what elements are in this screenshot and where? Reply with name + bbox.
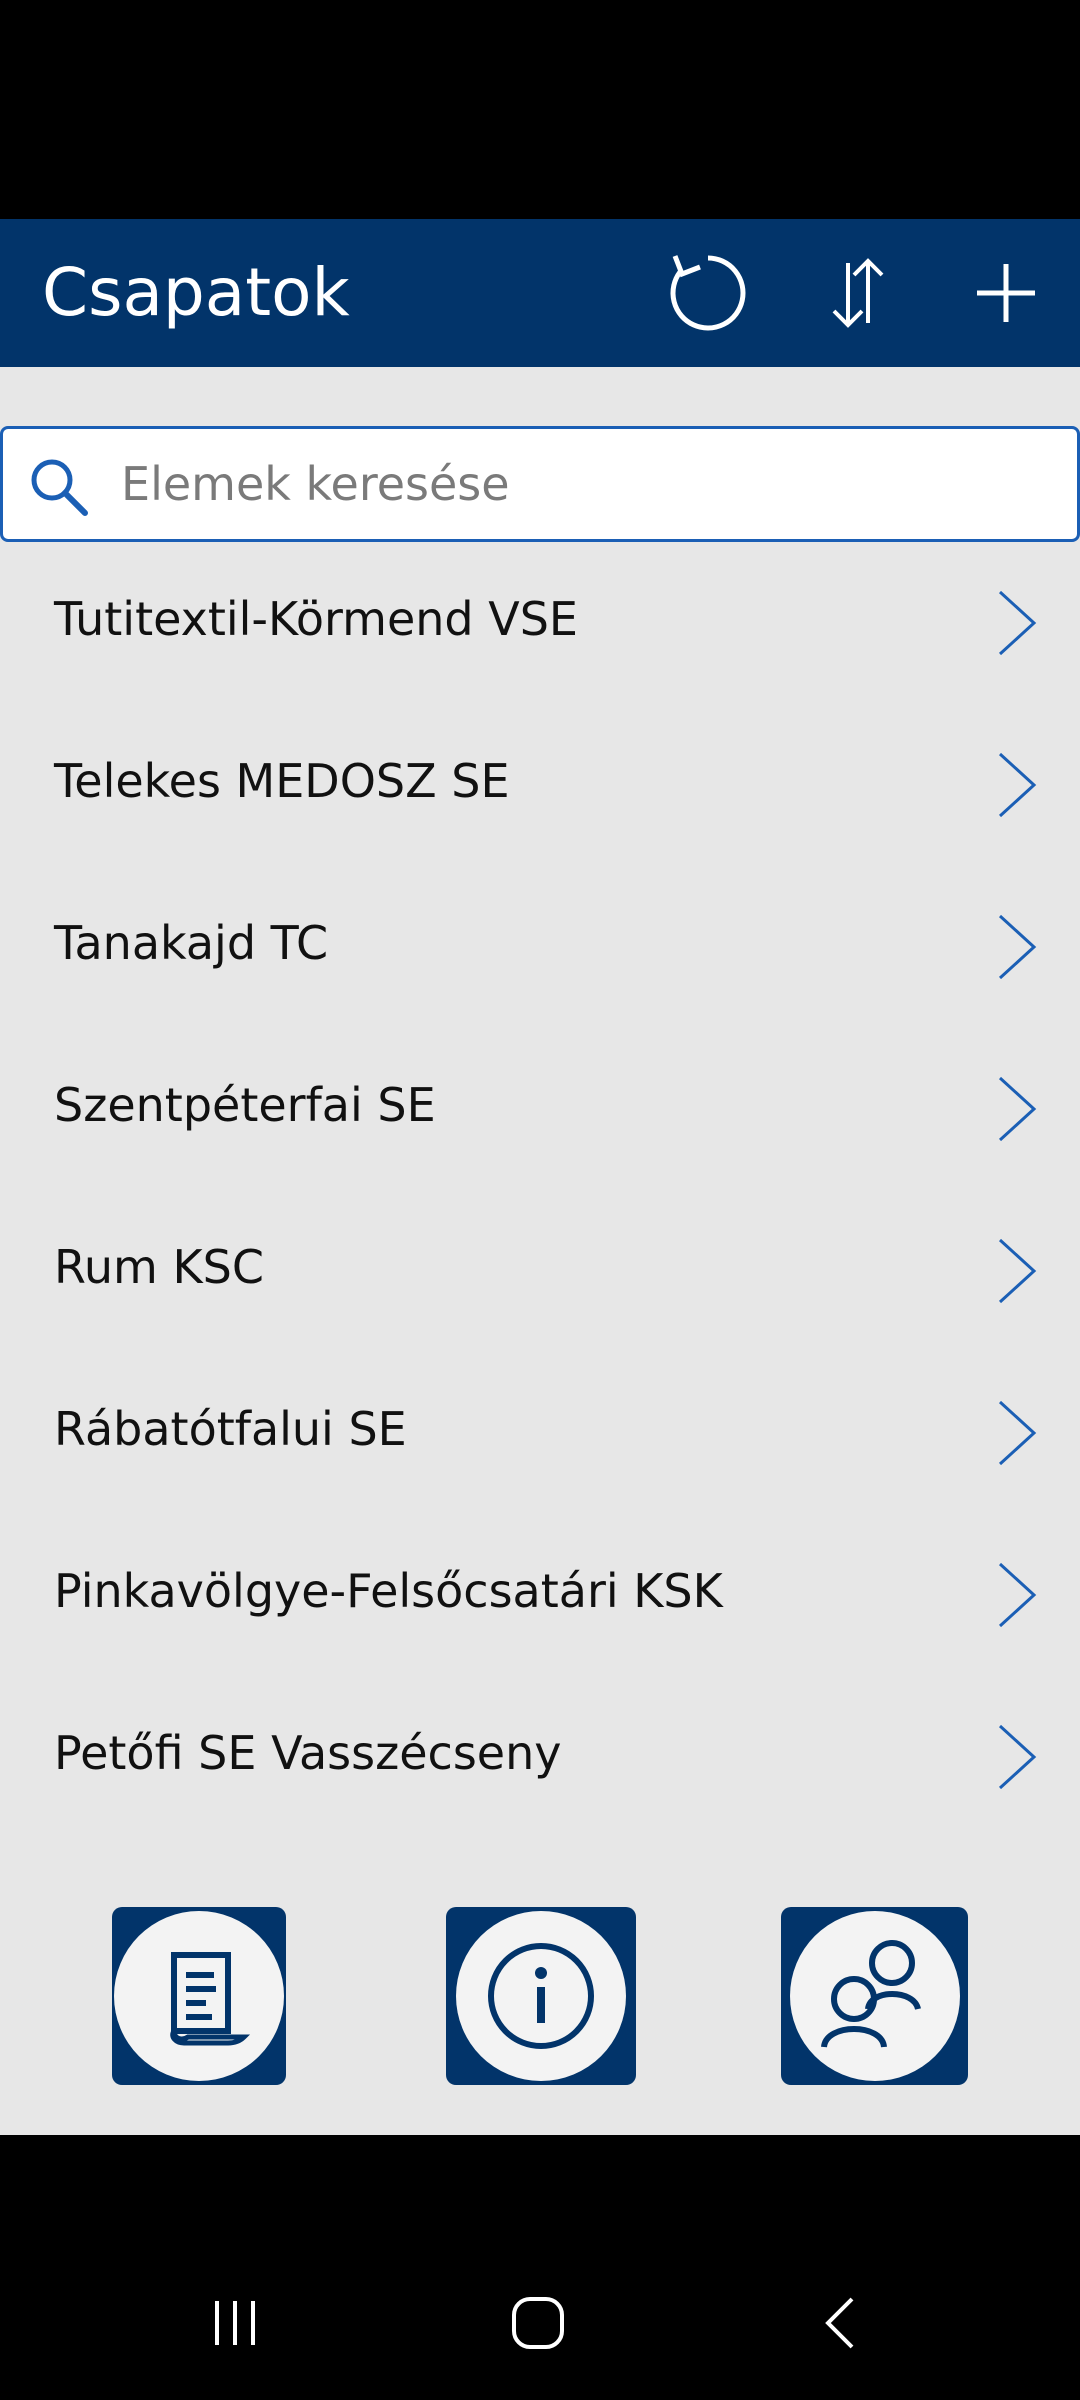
info-button[interactable] <box>446 1907 636 2085</box>
app-screen: Csapatok Tutitextil-Körmen <box>0 219 1080 2135</box>
bottom-action-bar <box>0 1907 1080 2107</box>
team-name: Szentpéterfai SE <box>54 1078 436 1132</box>
team-name: Tanakajd TC <box>54 916 329 970</box>
list-item[interactable]: Petőfi SE Vasszécseny <box>0 1672 1080 1834</box>
add-button[interactable] <box>958 245 1054 341</box>
chevron-right-icon <box>998 1238 1037 1304</box>
users-button[interactable] <box>781 1907 968 2085</box>
sort-icon <box>832 258 884 328</box>
team-name: Petőfi SE Vasszécseny <box>54 1726 562 1780</box>
team-name: Rum KSC <box>54 1240 264 1294</box>
chevron-right-icon <box>998 590 1037 656</box>
list-item[interactable]: Pinkavölgye-Felsőcsatári KSK <box>0 1510 1080 1672</box>
list-item[interactable]: Rábatótfalui SE <box>0 1348 1080 1510</box>
chevron-right-icon <box>998 1076 1037 1142</box>
info-icon <box>488 1943 594 2049</box>
list-item[interactable]: Szentpéterfai SE <box>0 1024 1080 1186</box>
team-list: Tutitextil-Körmend VSE Telekes MEDOSZ SE… <box>0 538 1080 1834</box>
search-icon <box>31 459 88 516</box>
team-name: Telekes MEDOSZ SE <box>54 754 510 808</box>
chevron-right-icon <box>998 1724 1037 1790</box>
chevron-right-icon <box>998 1400 1037 1466</box>
home-icon[interactable] <box>510 2295 566 2351</box>
back-icon[interactable] <box>820 2295 860 2351</box>
chevron-right-icon <box>998 914 1037 980</box>
team-name: Tutitextil-Körmend VSE <box>54 592 578 646</box>
chevron-right-icon <box>998 1562 1037 1628</box>
users-icon <box>820 1940 921 2048</box>
list-item[interactable]: Tanakajd TC <box>0 862 1080 1024</box>
list-item[interactable]: Telekes MEDOSZ SE <box>0 700 1080 862</box>
refresh-icon <box>670 255 746 331</box>
page-title: Csapatok <box>42 254 350 331</box>
add-icon <box>977 264 1035 322</box>
chevron-right-icon <box>998 752 1037 818</box>
sort-button[interactable] <box>810 245 906 341</box>
status-bar <box>0 0 1080 219</box>
list-item[interactable]: Tutitextil-Körmend VSE <box>0 538 1080 700</box>
document-button[interactable] <box>112 1907 286 2085</box>
team-name: Pinkavölgye-Felsőcsatári KSK <box>54 1564 723 1618</box>
system-nav-bar <box>0 2135 1080 2400</box>
refresh-button[interactable] <box>660 245 756 341</box>
recent-apps-icon[interactable] <box>205 2295 265 2351</box>
document-icon <box>170 1952 251 2046</box>
top-header: Csapatok <box>0 219 1080 367</box>
list-item[interactable]: Rum KSC <box>0 1186 1080 1348</box>
search-input[interactable] <box>119 447 1043 521</box>
team-name: Rábatótfalui SE <box>54 1402 407 1456</box>
search-box[interactable] <box>0 426 1080 542</box>
